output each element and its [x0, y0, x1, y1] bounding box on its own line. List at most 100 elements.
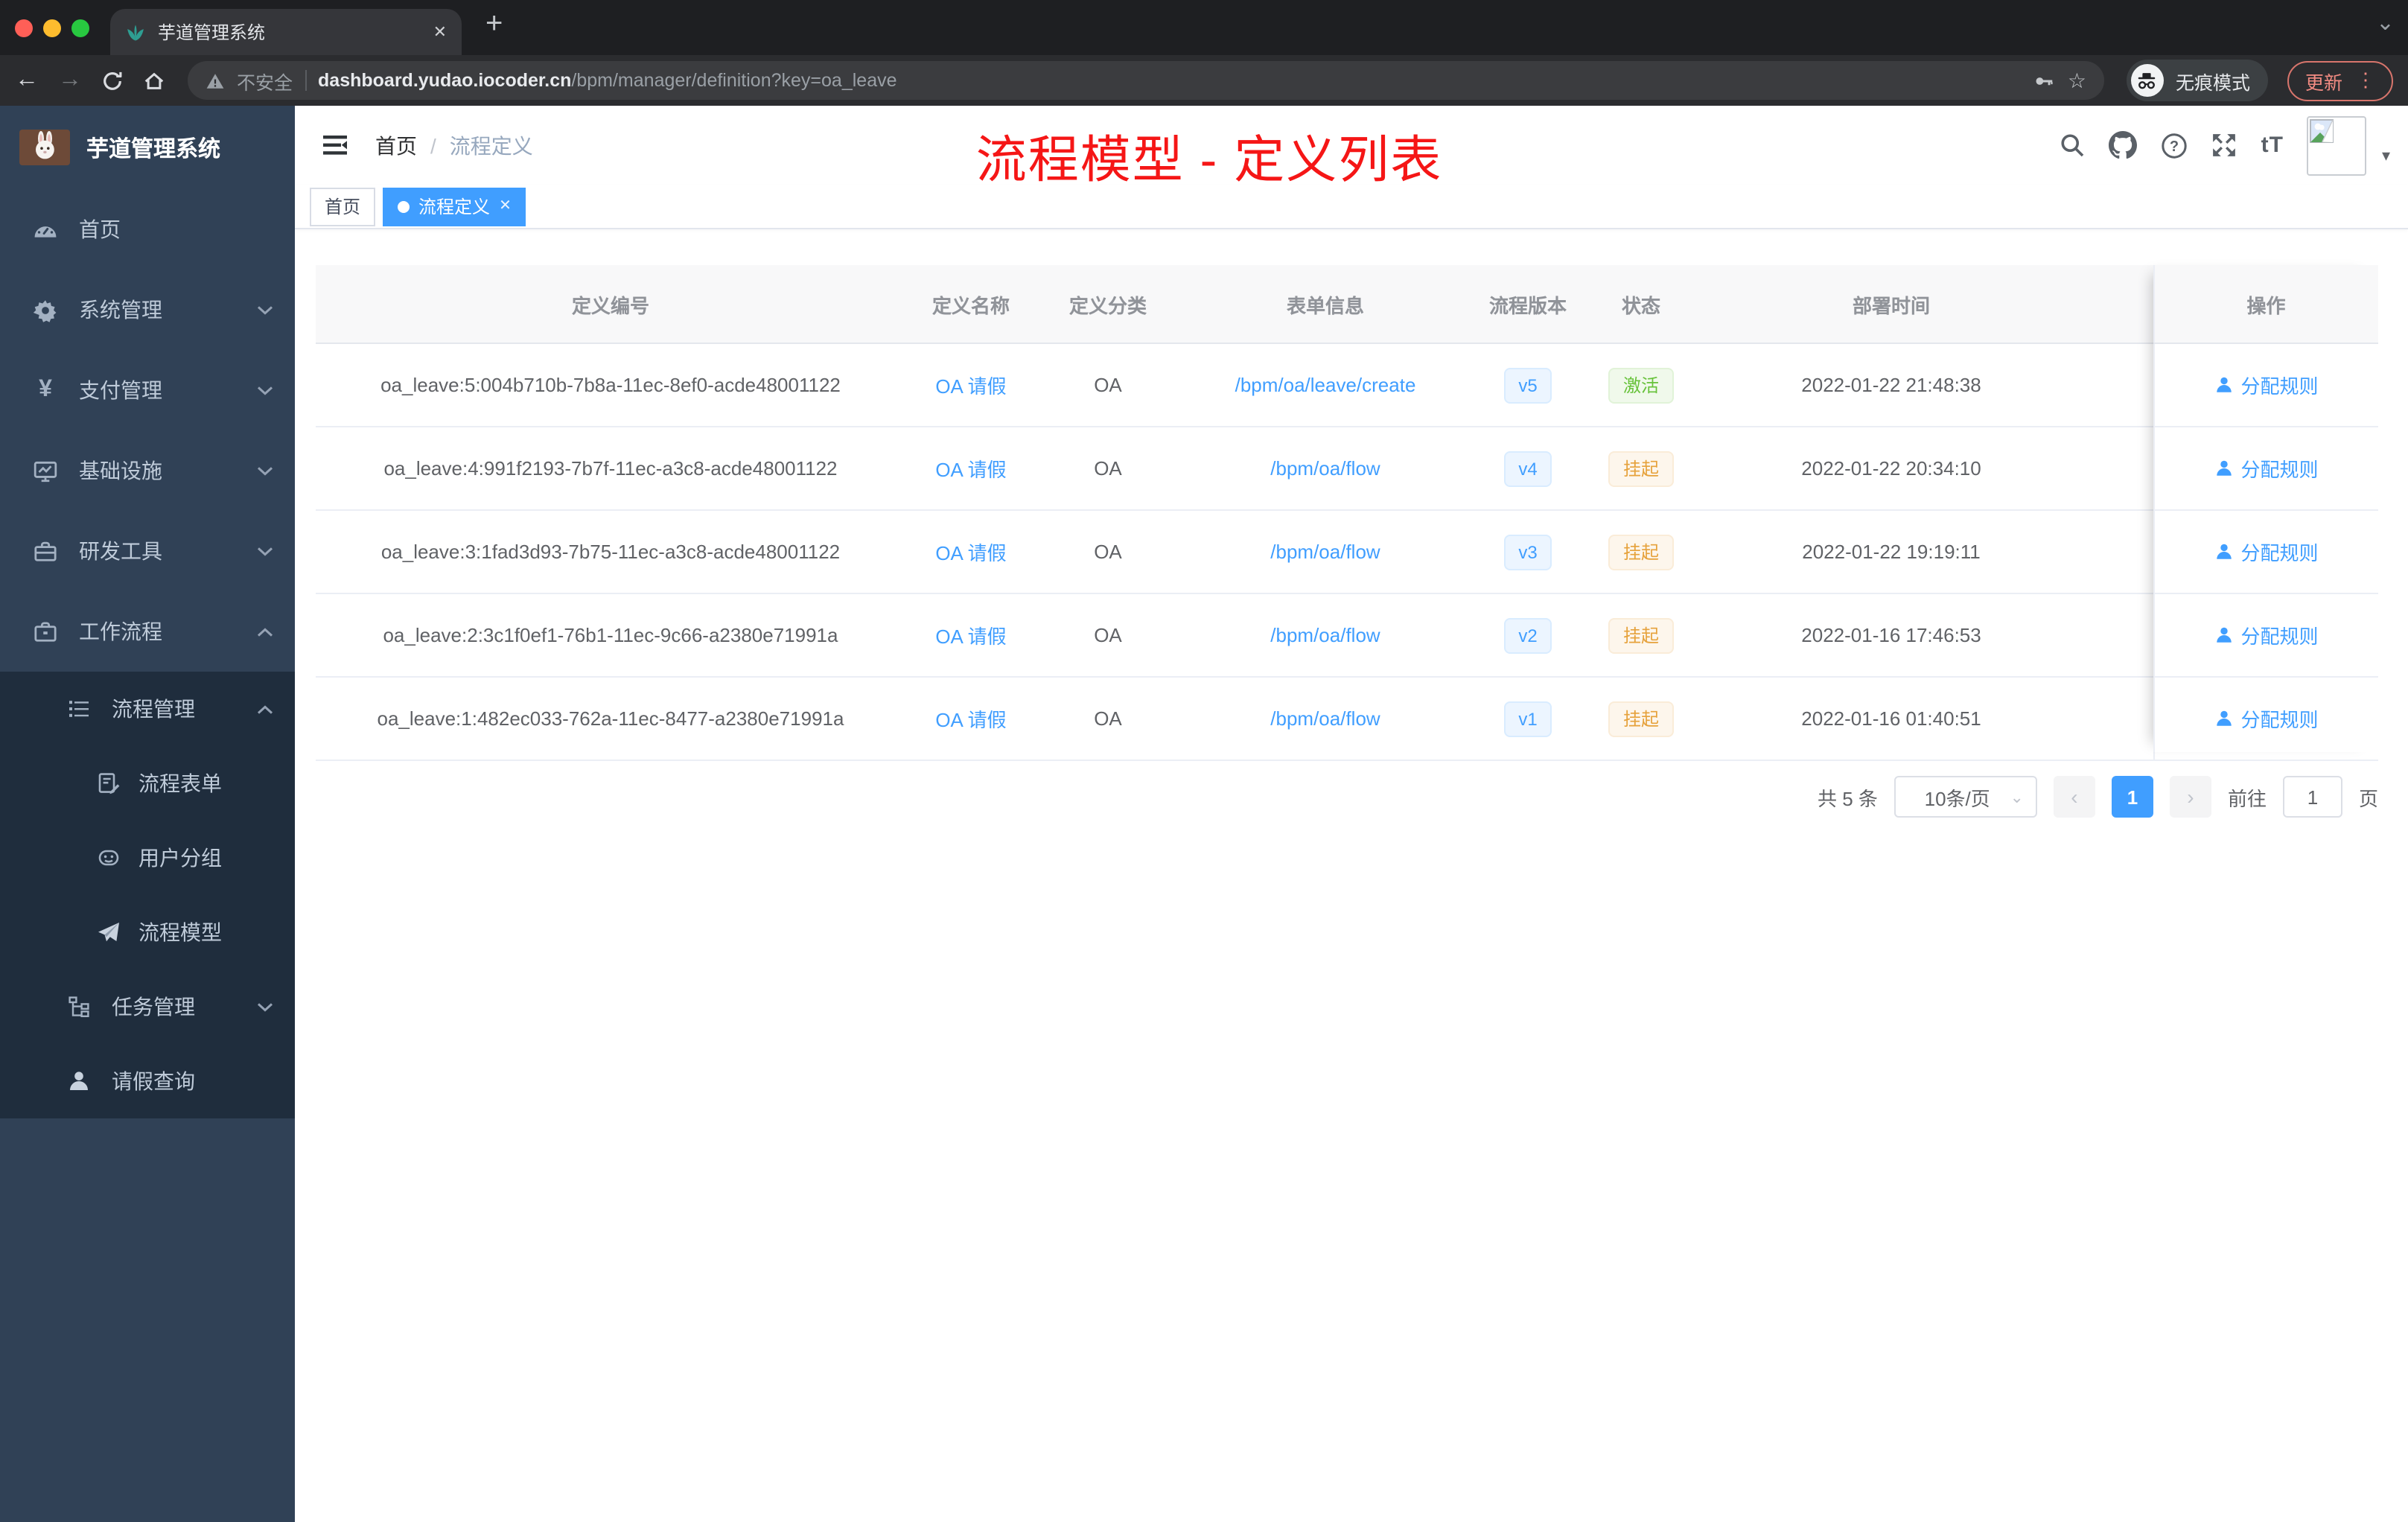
- assign-rule-button[interactable]: 分配规则: [2214, 621, 2319, 649]
- sidebar-submenu-workflow: 流程管理 流程表单 用户分组 流程模型 任务管理 请假查询: [0, 672, 295, 1118]
- chevron-down-icon: [256, 1002, 274, 1012]
- tab-overview-caret-icon[interactable]: ⌄: [2376, 9, 2395, 36]
- reload-button[interactable]: [101, 69, 124, 92]
- gear-icon: [33, 297, 58, 322]
- browser-tab[interactable]: 芋道管理系统 ✕: [110, 9, 462, 55]
- sidebar-item-workflow[interactable]: 工作流程: [0, 591, 295, 672]
- sidebar-item-payment[interactable]: ¥ 支付管理: [0, 350, 295, 430]
- browser-tab-strip: 芋道管理系统 ✕ + ⌄: [0, 0, 2408, 55]
- assign-rule-button[interactable]: 分配规则: [2214, 454, 2319, 483]
- col-gutter: [2085, 265, 2153, 344]
- zoom-window-button[interactable]: [71, 19, 89, 37]
- incognito-label: 无痕模式: [2175, 72, 2250, 93]
- col-definition-name: 定义名称: [905, 265, 1036, 344]
- home-button[interactable]: [143, 69, 165, 92]
- assign-rule-button[interactable]: 分配规则: [2214, 538, 2319, 566]
- browser-menu-icon[interactable]: ⋮: [2356, 69, 2375, 92]
- address-bar[interactable]: 不安全 dashboard.yudao.iocoder.cn/bpm/manag…: [188, 61, 2104, 100]
- cell-definition-id: oa_leave:5:004b710b-7b8a-11ec-8ef0-acde4…: [316, 343, 905, 427]
- form-icon: [95, 771, 121, 795]
- url-text[interactable]: dashboard.yudao.iocoder.cn/bpm/manager/d…: [318, 70, 897, 91]
- avatar-caret-icon[interactable]: ▾: [2382, 146, 2390, 165]
- github-icon[interactable]: [2109, 131, 2138, 159]
- prev-page-button[interactable]: ‹: [2053, 776, 2095, 818]
- bookmark-star-icon[interactable]: ☆: [2068, 68, 2086, 93]
- sidebar-item-system[interactable]: 系统管理: [0, 270, 295, 350]
- tag-close-icon[interactable]: ✕: [499, 198, 512, 214]
- sidebar-item-home[interactable]: 首页: [0, 189, 295, 270]
- table-row: oa_leave:2:3c1f0ef1-76b1-11ec-9c66-a2380…: [316, 593, 2378, 678]
- sidebar-item-devtools[interactable]: 研发工具: [0, 511, 295, 591]
- brand[interactable]: 芋道管理系统: [0, 106, 295, 189]
- cell-deploy-time: 2022-01-16 17:46:53: [1698, 593, 2085, 678]
- col-definition-category: 定义分类: [1036, 265, 1179, 344]
- browser-update-button[interactable]: 更新 ⋮: [2287, 60, 2393, 101]
- robot-icon: [95, 846, 121, 870]
- password-key-icon[interactable]: [2033, 69, 2056, 92]
- sidebar-item-process-management[interactable]: 流程管理: [0, 672, 295, 746]
- breadcrumb-separator: /: [430, 133, 436, 157]
- version-badge: v5: [1503, 367, 1552, 403]
- sidebar-item-task-management[interactable]: 任务管理: [0, 969, 295, 1044]
- send-icon: [95, 920, 121, 944]
- tab-close-icon[interactable]: ✕: [433, 22, 447, 42]
- definition-name-link[interactable]: OA 请假: [935, 625, 1006, 648]
- col-actions: 操作: [2153, 265, 2378, 344]
- form-link[interactable]: /bpm/oa/flow: [1270, 541, 1380, 563]
- tag-process-definition[interactable]: 流程定义 ✕: [383, 187, 526, 226]
- list-icon: [66, 697, 91, 721]
- cell-definition-id: oa_leave:4:991f2193-7b7f-11ec-a3c8-acde4…: [316, 427, 905, 511]
- sidebar-item-user-group[interactable]: 用户分组: [0, 821, 295, 895]
- sidebar-collapse-icon[interactable]: [322, 133, 348, 158]
- col-form-info: 表单信息: [1179, 265, 1471, 344]
- forward-button[interactable]: →: [58, 67, 82, 94]
- definition-name-link[interactable]: OA 请假: [935, 375, 1006, 398]
- favicon-plant-icon: [125, 22, 146, 42]
- form-link[interactable]: /bpm/oa/flow: [1270, 457, 1380, 480]
- sidebar-item-leave-query[interactable]: 请假查询: [0, 1044, 295, 1118]
- minimize-window-button[interactable]: [43, 19, 61, 37]
- yen-icon: ¥: [39, 377, 52, 402]
- dashboard-icon: [33, 217, 58, 242]
- pagination-total: 共 5 条: [1818, 787, 1878, 809]
- omnibox-divider: [305, 70, 307, 91]
- search-icon[interactable]: [2060, 133, 2086, 158]
- table-row: oa_leave:1:482ec033-762a-11ec-8477-a2380…: [316, 677, 2378, 761]
- definition-name-link[interactable]: OA 请假: [935, 709, 1006, 731]
- breadcrumb-home[interactable]: 首页: [375, 130, 417, 160]
- fullscreen-icon[interactable]: [2212, 133, 2237, 158]
- font-size-icon[interactable]: tT: [2261, 133, 2284, 158]
- close-window-button[interactable]: [15, 19, 33, 37]
- next-page-button[interactable]: ›: [2169, 776, 2211, 818]
- screen: 芋道管理系统 ✕ + ⌄ ← → 不安全 dashboard.yudao.ioc…: [0, 0, 2408, 1522]
- definition-name-link[interactable]: OA 请假: [935, 459, 1006, 481]
- back-button[interactable]: ←: [15, 67, 39, 94]
- help-icon[interactable]: ?: [2162, 132, 2188, 159]
- new-tab-button[interactable]: +: [485, 7, 503, 42]
- avatar[interactable]: [2307, 115, 2367, 175]
- security-warning-icon: [206, 71, 225, 90]
- cell-category: OA: [1036, 343, 1179, 427]
- sidebar-item-process-model[interactable]: 流程模型: [0, 895, 295, 969]
- chevron-up-icon: [256, 626, 274, 637]
- page-size-select[interactable]: 10条/页 ⌄: [1893, 776, 2037, 818]
- sidebar-item-process-form[interactable]: 流程表单: [0, 746, 295, 821]
- status-badge: 挂起: [1608, 534, 1674, 570]
- incognito-badge: 无痕模式: [2126, 60, 2268, 101]
- form-link[interactable]: /bpm/oa/flow: [1270, 624, 1380, 646]
- form-link[interactable]: /bpm/oa/flow: [1270, 707, 1380, 730]
- goto-label: 前往: [2227, 787, 2267, 809]
- status-badge: 挂起: [1608, 450, 1674, 486]
- definition-name-link[interactable]: OA 请假: [935, 542, 1006, 564]
- cell-definition-id: oa_leave:2:3c1f0ef1-76b1-11ec-9c66-a2380…: [316, 593, 905, 678]
- current-page-button[interactable]: 1: [2111, 776, 2153, 818]
- sidebar-item-infrastructure[interactable]: 基础设施: [0, 430, 295, 511]
- assign-rule-button[interactable]: 分配规则: [2214, 371, 2319, 399]
- version-badge: v3: [1503, 534, 1552, 570]
- form-link[interactable]: /bpm/oa/leave/create: [1235, 374, 1416, 396]
- col-deploy-time: 部署时间: [1698, 265, 2085, 344]
- cell-category: OA: [1036, 510, 1179, 594]
- assign-rule-button[interactable]: 分配规则: [2214, 704, 2319, 733]
- goto-page-input[interactable]: [2282, 776, 2342, 818]
- tag-home[interactable]: 首页: [310, 187, 376, 226]
